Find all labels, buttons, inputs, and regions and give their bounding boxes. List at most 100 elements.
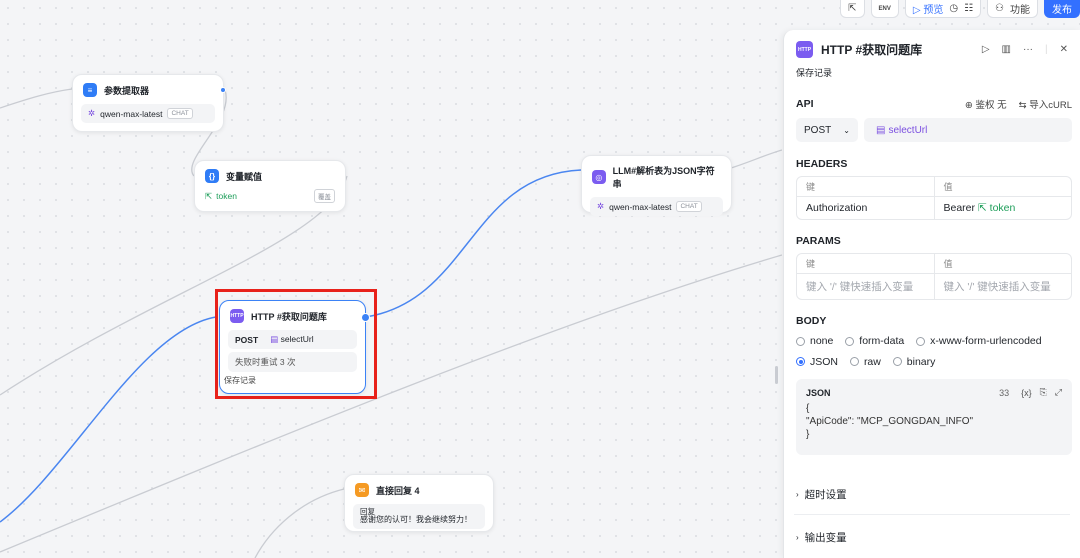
top-toolbar: ⇱ ENV ▷ 预览 ◷ ☷ ⚇ 功能 发布 [840, 0, 1080, 18]
save-record: 保存记录 [224, 376, 256, 385]
radio-label: raw [863, 355, 881, 368]
insert-variable-icon[interactable]: {x} [1021, 388, 1032, 398]
node-title: 参数提取器 [104, 85, 150, 96]
table-row: 键入 '/' 键快速插入变量 键入 '/' 键快速插入变量 [797, 273, 1071, 299]
radio-label: x-www-form-urlencoded [930, 335, 1042, 347]
node-llm[interactable]: ◎ LLM#解析表为JSON字符串 ✲ qwen-max-latest CHAT [581, 155, 732, 216]
radio-raw[interactable]: raw [849, 355, 881, 368]
variable-ref-icon: ⇱ [977, 202, 987, 214]
header-value-input[interactable]: Bearer ⇱ token [933, 197, 1072, 219]
output-handle[interactable] [361, 313, 370, 322]
variable-name: token [216, 191, 237, 201]
edge-to-http [0, 316, 217, 523]
node-param-extractor[interactable]: ≡ 参数提取器 ✲ qwen-max-latest CHAT [72, 74, 226, 132]
more-icon[interactable]: ··· [1023, 44, 1033, 55]
radio-circle [845, 336, 855, 346]
divider [794, 514, 1070, 515]
env-label: ENV [878, 5, 891, 12]
header-value-prefix: Bearer [943, 202, 976, 214]
timeout-label: 超时设置 [804, 489, 847, 501]
radio-none[interactable]: none [796, 335, 833, 347]
variable-icon: ▤ [876, 124, 886, 136]
radio-urlencoded[interactable]: x-www-form-urlencoded [916, 335, 1042, 347]
import-curl-button[interactable]: ⇆ 导入cURL [1019, 97, 1072, 111]
checklist-icon[interactable]: ☷ [964, 3, 973, 14]
publish-button[interactable]: 发布 [1044, 0, 1080, 18]
assign-mode-tag: 覆盖 [314, 189, 335, 203]
params-table: 键 值 键入 '/' 键快速插入变量 键入 '/' 键快速插入变量 [796, 253, 1072, 300]
params-section-title: PARAMS [796, 235, 841, 247]
api-section-title: API [796, 98, 814, 110]
json-label: JSON [806, 387, 831, 398]
variable-ref-icon: ⇱ [205, 190, 213, 201]
radio-json[interactable]: JSON [796, 356, 838, 368]
retry-info: 失败时重试 3 次 [235, 357, 296, 367]
model-icon: ✲ [88, 108, 96, 118]
radio-binary[interactable]: binary [892, 355, 936, 368]
radio-circle [796, 336, 805, 346]
functions-label: 功能 [1010, 5, 1030, 16]
node-variable-assign[interactable]: {} 变量赋值 ⇱ token 覆盖 [194, 160, 346, 212]
extractor-icon: ≡ [83, 83, 97, 97]
output-handle[interactable] [220, 87, 226, 93]
node-http[interactable]: HTTP HTTP #获取问题库 POST ▤ selectUrl 失败时重试 … [219, 300, 370, 394]
auth-button[interactable]: ⊕ 鉴权 无 [965, 97, 1007, 111]
functions-icon: ⚇ [995, 3, 1004, 14]
preview-label: 预览 [923, 5, 944, 16]
workflow-canvas[interactable]: ≡ 参数提取器 ✲ qwen-max-latest CHAT {} 变量赋值 ⇱… [0, 0, 782, 558]
radio-label: binary [906, 355, 936, 368]
json-editor[interactable]: JSON 33 {x} ⎘ ⤢ { "ApiCode": "MCP_GONGDA… [796, 379, 1072, 455]
run-icon[interactable]: ▷ [982, 44, 990, 55]
chevron-right-icon: › [796, 533, 799, 542]
divider: | [1045, 44, 1048, 55]
method-select[interactable]: POST ⌄ [796, 118, 858, 142]
model-name: qwen-max-latest [100, 108, 163, 119]
reply-icon: ✉ [355, 483, 369, 497]
node-title: 直接回复 4 [376, 485, 420, 496]
env-button[interactable]: ENV [870, 0, 899, 18]
panel-title: HTTP #获取问题库 [821, 43, 923, 57]
close-icon[interactable]: ✕ [1060, 44, 1068, 55]
param-key-input[interactable]: 键入 '/' 键快速插入变量 [797, 274, 934, 299]
radio-form-data[interactable]: form-data [845, 335, 904, 347]
panel-resize-handle[interactable] [775, 366, 778, 384]
headers-table: 键 值 Authorization Bearer ⇱ token [796, 176, 1072, 220]
radio-label: none [810, 335, 834, 347]
copy-icon[interactable]: ⎘ [1040, 387, 1047, 398]
model-tag: CHAT [676, 201, 702, 212]
radio-circle-selected [796, 357, 805, 366]
export-button[interactable]: ⇱ [840, 0, 865, 18]
edge-in-param [0, 88, 73, 109]
import-label: 导入cURL [1029, 100, 1072, 111]
book-icon[interactable]: ▥ [1002, 44, 1011, 55]
timeout-settings-toggle[interactable]: › 超时设置 [784, 487, 859, 502]
preview-button[interactable]: ▷ 预览 [913, 1, 943, 16]
url-input[interactable]: ▤ selectUrl [864, 118, 1072, 142]
functions-button[interactable]: ⚇ 功能 [987, 0, 1038, 18]
col-key: 键 [806, 182, 816, 192]
history-icon[interactable]: ◷ [949, 3, 958, 14]
output-variables-toggle[interactable]: › 输出变量 [784, 530, 859, 545]
method-value: POST [804, 124, 832, 136]
node-title: LLM#解析表为JSON字符串 [612, 166, 715, 189]
node-direct-reply[interactable]: ✉ 直接回复 4 回复 感谢您的认可！我会继续努力！ [344, 474, 494, 532]
edge-llm-out [730, 149, 782, 169]
radio-label: JSON [810, 355, 839, 368]
edge-reply-in [254, 488, 345, 558]
body-type-radios-2: JSON raw binary [784, 356, 1080, 370]
json-char-count: 33 [999, 387, 1010, 398]
headers-section-title: HEADERS [796, 158, 848, 170]
panel-subtitle: 保存记录 [796, 68, 833, 78]
expand-icon[interactable]: ⤢ [1055, 387, 1062, 398]
col-key: 键 [806, 259, 816, 269]
export-icon: ⇱ [848, 3, 857, 14]
variable-icon: {} [205, 169, 219, 183]
chevron-right-icon: › [796, 490, 799, 499]
model-name: qwen-max-latest [609, 201, 672, 212]
llm-icon: ◎ [592, 170, 606, 184]
reply-text: 感谢您的认可！我会继续努力！ [360, 515, 472, 525]
header-key-input[interactable]: Authorization [797, 197, 934, 219]
header-value-var: token [989, 202, 1016, 214]
col-value: 值 [933, 177, 1072, 196]
param-value-input[interactable]: 键入 '/' 键快速插入变量 [933, 274, 1072, 299]
